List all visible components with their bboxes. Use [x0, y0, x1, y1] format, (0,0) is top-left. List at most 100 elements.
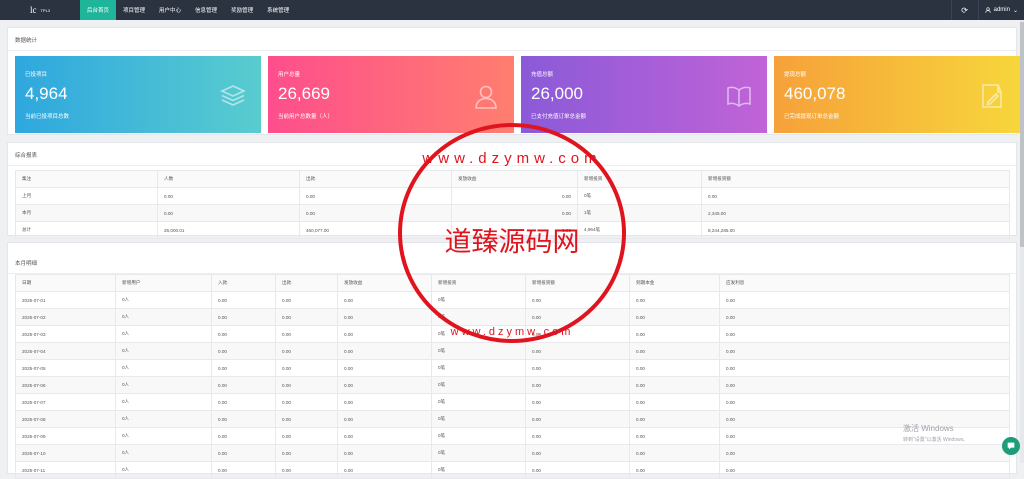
stat-card-deposits: 充值总额 26,000 已支付充值订单总金额 — [521, 56, 767, 133]
stat-card-projects: 已投项目 4,964 当前已投项目总数 — [15, 56, 261, 133]
cell: 2025-07-04 — [15, 342, 116, 360]
edit-icon — [982, 84, 1002, 108]
card-value: 26,000 — [531, 84, 583, 103]
table-row: 总计 26,000.01 460,077.00 0.00 4,964笔 8,24… — [15, 221, 1010, 239]
cell: 0.00 — [157, 204, 300, 222]
table-row: 2025-07-07 0人 0.00 0.00 0.00 0笔 0.00 0.00 0.00 — [15, 393, 1010, 411]
cell: 0.00 — [719, 444, 1010, 462]
cell: 0.00 — [275, 291, 338, 309]
chat-button[interactable] — [1002, 437, 1020, 455]
cell: 0.00 — [337, 427, 432, 445]
card-desc: 当前用户总数量（人） — [278, 114, 334, 120]
cell: 0.00 — [337, 410, 432, 428]
cell: 0.00 — [719, 393, 1010, 411]
detail-panel: 本月明细 日期 新增用户 入款 出款 发放收益 新增投资 新增投资额 到期本金 … — [7, 242, 1017, 479]
cell: 0.00 — [525, 444, 630, 462]
stat-cards: 已投项目 4,964 当前已投项目总数 用户总量 26,669 当前用户总数量（… — [15, 56, 1020, 133]
cell: 0.00 — [275, 376, 338, 394]
cell: 0.00 — [211, 461, 276, 479]
column-header: 新增投资额 — [525, 274, 630, 292]
table-row: 2025-07-10 0人 0.00 0.00 0.00 0笔 0.00 0.00 0.00 — [15, 444, 1010, 462]
cell: 0.00 — [525, 359, 630, 377]
cell: 0.00 — [299, 187, 452, 205]
card-desc: 当前已投项目总数 — [25, 114, 70, 120]
card-label: 充值总额 — [531, 72, 554, 78]
user-icon — [985, 7, 991, 13]
cell: 0.00 — [629, 376, 720, 394]
cell: 本月 — [15, 204, 158, 222]
cell: 0.00 — [275, 325, 338, 343]
cell: 0.00 — [275, 444, 338, 462]
cell: 0人 — [115, 376, 212, 394]
cell: 0.00 — [525, 291, 630, 309]
table-row: 2025-07-08 0人 0.00 0.00 0.00 0笔 0.00 0.00 0.00 — [15, 410, 1010, 428]
user-menu[interactable]: admin ⌄ — [979, 7, 1024, 14]
cell: 0笔 — [431, 325, 526, 343]
cell: 0人 — [115, 308, 212, 326]
column-header: 新增投资 — [577, 170, 702, 188]
cell: 0.00 — [525, 461, 630, 479]
cell: 0笔 — [431, 291, 526, 309]
cell: 0.00 — [211, 308, 276, 326]
cell: 0人 — [115, 342, 212, 360]
cell: 1笔 — [577, 204, 702, 222]
nav-home[interactable]: 后台首页 — [80, 0, 117, 20]
cell: 2025-07-11 — [15, 461, 116, 479]
cell: 总计 — [15, 221, 158, 239]
cell: 0人 — [115, 410, 212, 428]
logo[interactable]: lc TPL3 — [0, 5, 80, 15]
card-label: 已投项目 — [25, 72, 48, 78]
scrollbar[interactable] — [1020, 20, 1024, 463]
cell: 2025-07-09 — [15, 427, 116, 445]
detail-title: 本月明细 — [15, 261, 38, 267]
cell: 0笔 — [431, 376, 526, 394]
chevron-down-icon: ⌄ — [1012, 7, 1018, 14]
table-row: 2025-07-05 0人 0.00 0.00 0.00 0笔 0.00 0.00 0.00 — [15, 359, 1010, 377]
nav-rewards[interactable]: 奖励管理 — [224, 0, 260, 20]
cell: 0.00 — [275, 461, 338, 479]
column-header: 应发利息 — [719, 274, 1010, 292]
cell: 0笔 — [577, 187, 702, 205]
column-header: 发放收益 — [337, 274, 432, 292]
column-header: 新增投资额 — [701, 170, 1010, 188]
cell: 0.00 — [275, 393, 338, 411]
nav-projects[interactable]: 项目管理 — [116, 0, 152, 20]
column-header: 新增用户 — [115, 274, 212, 292]
user-icon — [475, 85, 497, 109]
stats-panel: 数据统计 已投项目 4,964 当前已投项目总数 用户总量 26,669 当前用… — [7, 27, 1020, 135]
cell: 2025-07-10 — [15, 444, 116, 462]
cell: 0人 — [115, 325, 212, 343]
scrollbar-thumb[interactable] — [1020, 22, 1024, 247]
cell: 0.00 — [211, 376, 276, 394]
refresh-button[interactable]: ⟳ — [950, 0, 979, 20]
nav-info[interactable]: 信息管理 — [188, 0, 224, 20]
cell: 0.00 — [275, 342, 338, 360]
topbar-actions: ⟳ admin ⌄ — [950, 0, 1024, 20]
windows-activation-notice: 激活 Windows 转到"设置"以激活 Windows。 — [903, 423, 968, 443]
cell: 2,345.00 — [701, 204, 1010, 222]
table-row: 上月 0.00 0.00 0.00 0笔 0.00 — [15, 187, 1010, 205]
logo-mark: lc — [29, 5, 37, 15]
cell: 0.00 — [629, 410, 720, 428]
cell: 2025-07-01 — [15, 291, 116, 309]
cell: 0.00 — [719, 308, 1010, 326]
cell: 0.00 — [337, 376, 432, 394]
cell: 0人 — [115, 291, 212, 309]
cell: 0.00 — [719, 461, 1010, 479]
column-header: 入款 — [211, 274, 276, 292]
nav-system[interactable]: 系统管理 — [260, 0, 296, 20]
cell: 0.00 — [337, 325, 432, 343]
table-row: 2025-07-06 0人 0.00 0.00 0.00 0笔 0.00 0.00 0.00 — [15, 376, 1010, 394]
report-title: 综合报表 — [15, 153, 38, 159]
cell: 0笔 — [431, 427, 526, 445]
cell: 0.00 — [719, 342, 1010, 360]
cell: 0.00 — [337, 291, 432, 309]
card-value: 460,078 — [784, 84, 846, 103]
card-label: 提现总额 — [784, 72, 807, 78]
cell: 0.00 — [629, 291, 720, 309]
logo-tag: TPL3 — [40, 7, 51, 13]
cell: 0.00 — [211, 393, 276, 411]
cell: 上月 — [15, 187, 158, 205]
stat-card-withdrawals: 提现总额 460,078 已完成提现订单总金额 — [774, 56, 1020, 133]
nav-users[interactable]: 用户中心 — [152, 0, 188, 20]
